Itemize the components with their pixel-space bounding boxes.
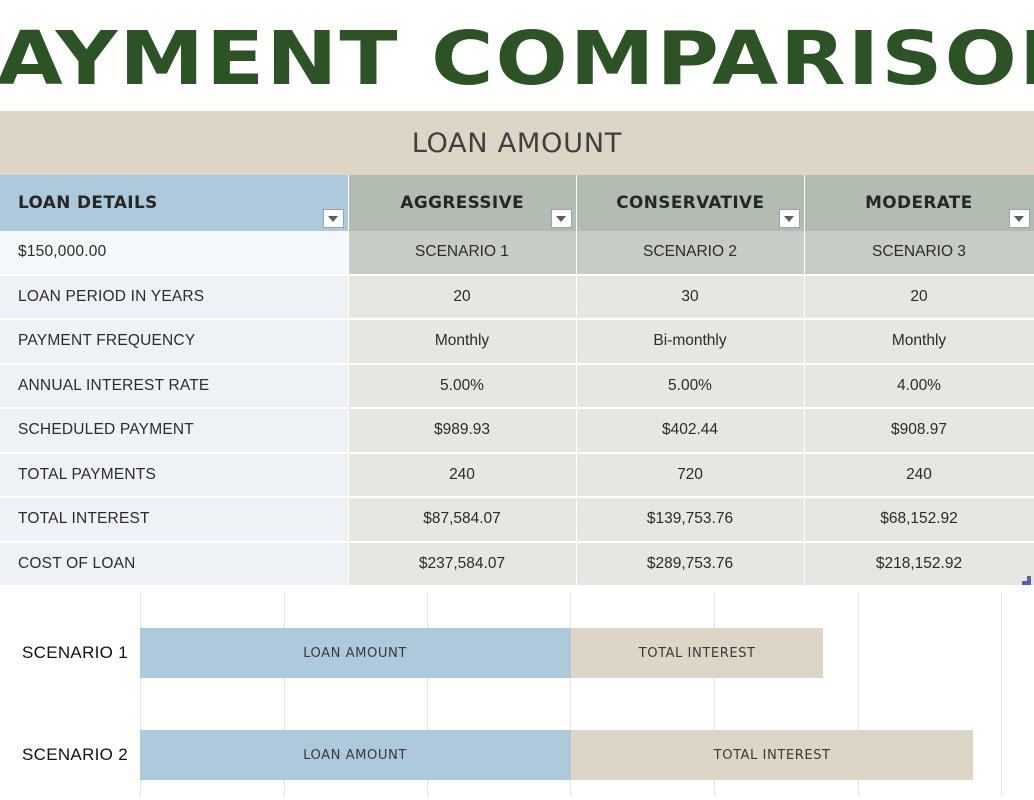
table-row[interactable]: ANNUAL INTEREST RATE 5.00% 5.00% 4.00% bbox=[0, 364, 1034, 409]
cell-aggressive: $237,584.07 bbox=[348, 542, 576, 587]
row-label: TOTAL PAYMENTS bbox=[0, 453, 348, 498]
cell-moderate: $218,152.92 bbox=[804, 542, 1034, 587]
cell-conservative: Bi-monthly bbox=[576, 319, 804, 364]
cell-moderate: SCENARIO 3 bbox=[804, 231, 1034, 275]
cell-moderate: 240 bbox=[804, 453, 1034, 498]
table-body: $150,000.00 SCENARIO 1 SCENARIO 2 SCENAR… bbox=[0, 231, 1034, 586]
row-label: $150,000.00 bbox=[0, 231, 348, 275]
cell-moderate: $908.97 bbox=[804, 408, 1034, 453]
column-header-label: AGGRESSIVE bbox=[400, 193, 524, 213]
chart-bar-label: TOTAL INTEREST bbox=[639, 645, 756, 661]
table-row[interactable]: TOTAL PAYMENTS 240 720 240 bbox=[0, 453, 1034, 498]
table-resize-handle[interactable] bbox=[1022, 576, 1031, 585]
subtitle-banner: LOAN AMOUNT bbox=[0, 111, 1034, 175]
cell-aggressive: 5.00% bbox=[348, 364, 576, 409]
row-label: LOAN PERIOD IN YEARS bbox=[0, 275, 348, 320]
column-header-moderate[interactable]: MODERATE bbox=[804, 175, 1034, 231]
column-header-label: MODERATE bbox=[865, 193, 973, 213]
cell-aggressive: 20 bbox=[348, 275, 576, 320]
table-header-row: LOAN DETAILS AGGRESSIVE CONSERVATIVE MOD… bbox=[0, 175, 1034, 231]
cell-aggressive: 240 bbox=[348, 453, 576, 498]
column-header-conservative[interactable]: CONSERVATIVE bbox=[576, 175, 804, 231]
column-header-label: LOAN DETAILS bbox=[18, 193, 158, 213]
stacked-bar-chart: SCENARIO 1 SCENARIO 2 LOAN AMOUNT TOTAL … bbox=[0, 587, 1034, 796]
cell-moderate: 20 bbox=[804, 275, 1034, 320]
comparison-table-wrapper: LOAN DETAILS AGGRESSIVE CONSERVATIVE MOD… bbox=[0, 175, 1034, 587]
cell-conservative: 720 bbox=[576, 453, 804, 498]
table-row[interactable]: $150,000.00 SCENARIO 1 SCENARIO 2 SCENAR… bbox=[0, 231, 1034, 275]
chart-bar-label: LOAN AMOUNT bbox=[304, 747, 408, 763]
filter-dropdown-icon-aggressive[interactable] bbox=[551, 209, 572, 228]
cell-aggressive: $87,584.07 bbox=[348, 497, 576, 542]
cell-moderate: Monthly bbox=[804, 319, 1034, 364]
chart-gridline bbox=[1001, 592, 1002, 796]
chart-bar-segment-total-interest-scenario-2[interactable]: TOTAL INTEREST bbox=[571, 730, 973, 780]
chart-bar-segment-loan-amount-scenario-2[interactable]: LOAN AMOUNT bbox=[140, 730, 571, 780]
cell-conservative: 30 bbox=[576, 275, 804, 320]
cell-aggressive: SCENARIO 1 bbox=[348, 231, 576, 275]
row-label: ANNUAL INTEREST RATE bbox=[0, 364, 348, 409]
table-row[interactable]: LOAN PERIOD IN YEARS 20 30 20 bbox=[0, 275, 1034, 320]
row-label: PAYMENT FREQUENCY bbox=[0, 319, 348, 364]
cell-conservative: $139,753.76 bbox=[576, 497, 804, 542]
table-row[interactable]: COST OF LOAN $237,584.07 $289,753.76 $21… bbox=[0, 542, 1034, 587]
row-label: COST OF LOAN bbox=[0, 542, 348, 587]
row-label: SCHEDULED PAYMENT bbox=[0, 408, 348, 453]
column-header-label: CONSERVATIVE bbox=[616, 193, 764, 213]
cell-moderate: 4.00% bbox=[804, 364, 1034, 409]
column-header-loan-details[interactable]: LOAN DETAILS bbox=[0, 175, 348, 231]
filter-dropdown-icon-conservative[interactable] bbox=[779, 209, 800, 228]
chart-bar-segment-loan-amount-scenario-1[interactable]: LOAN AMOUNT bbox=[140, 628, 571, 678]
cell-conservative: $402.44 bbox=[576, 408, 804, 453]
cell-conservative: $289,753.76 bbox=[576, 542, 804, 587]
chart-category-label-scenario-2: SCENARIO 2 bbox=[22, 745, 128, 765]
comparison-table: LOAN DETAILS AGGRESSIVE CONSERVATIVE MOD… bbox=[0, 175, 1034, 587]
table-row[interactable]: SCHEDULED PAYMENT $989.93 $402.44 $908.9… bbox=[0, 408, 1034, 453]
cell-aggressive: $989.93 bbox=[348, 408, 576, 453]
chart-bar-label: TOTAL INTEREST bbox=[714, 747, 831, 763]
subtitle-text: LOAN AMOUNT bbox=[412, 128, 622, 159]
cell-aggressive: Monthly bbox=[348, 319, 576, 364]
column-header-aggressive[interactable]: AGGRESSIVE bbox=[348, 175, 576, 231]
chart-bar-segment-total-interest-scenario-1[interactable]: TOTAL INTEREST bbox=[571, 628, 823, 678]
filter-dropdown-icon-loan-details[interactable] bbox=[323, 209, 344, 228]
cell-conservative: 5.00% bbox=[576, 364, 804, 409]
cell-moderate: $68,152.92 bbox=[804, 497, 1034, 542]
filter-dropdown-icon-moderate[interactable] bbox=[1009, 209, 1030, 228]
row-label: TOTAL INTEREST bbox=[0, 497, 348, 542]
cell-conservative: SCENARIO 2 bbox=[576, 231, 804, 275]
title-band: PAYMENT COMPARISON bbox=[0, 0, 1034, 111]
chart-bar-label: LOAN AMOUNT bbox=[304, 645, 408, 661]
table-row[interactable]: TOTAL INTEREST $87,584.07 $139,753.76 $6… bbox=[0, 497, 1034, 542]
chart-category-label-scenario-1: SCENARIO 1 bbox=[22, 643, 128, 663]
page-title: PAYMENT COMPARISON bbox=[0, 22, 1034, 96]
table-row[interactable]: PAYMENT FREQUENCY Monthly Bi-monthly Mon… bbox=[0, 319, 1034, 364]
